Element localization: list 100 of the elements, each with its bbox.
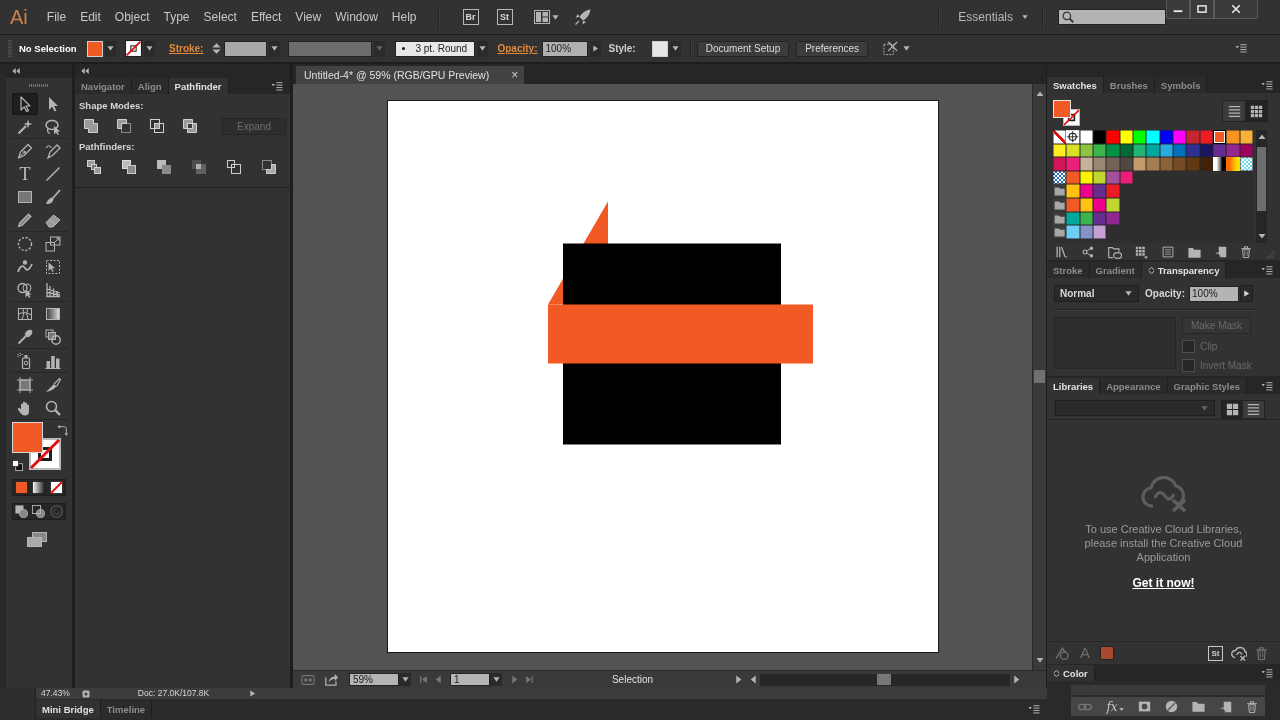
scroll-down-icon[interactable] bbox=[1035, 656, 1044, 664]
panel-menu-icon[interactable] bbox=[1027, 703, 1041, 715]
document-tab[interactable]: Untitled-4* @ 59% (RGB/GPU Preview) × bbox=[296, 66, 525, 84]
panel-tab[interactable]: Transparency bbox=[1141, 262, 1227, 278]
resize-grip-icon[interactable] bbox=[1266, 251, 1274, 259]
list-box-icon[interactable] bbox=[1162, 246, 1174, 258]
tool-button[interactable]: T bbox=[12, 162, 38, 185]
circle-cutout-icon[interactable] bbox=[1137, 700, 1151, 713]
dropdown-button[interactable] bbox=[105, 40, 116, 57]
overlapping-squares-icon[interactable] bbox=[121, 159, 137, 175]
shapes-icon[interactable] bbox=[1055, 646, 1069, 660]
color-swatch[interactable] bbox=[1172, 157, 1187, 171]
toolbar-button[interactable]: Document Setup bbox=[696, 40, 790, 57]
stacked-squares-icon[interactable] bbox=[12, 460, 23, 471]
window-layout-icon[interactable] bbox=[533, 9, 550, 25]
folder-cloud-icon[interactable] bbox=[1107, 245, 1122, 259]
panel-tab[interactable]: Appearance bbox=[1100, 378, 1168, 394]
color-swatch[interactable] bbox=[1106, 130, 1120, 144]
circle-slash-icon[interactable] bbox=[1165, 700, 1179, 713]
app-launch-button[interactable]: Br bbox=[462, 9, 479, 25]
menu-item[interactable]: Help bbox=[384, 7, 424, 27]
close-tab-button[interactable]: × bbox=[511, 68, 519, 82]
dropdown-button[interactable] bbox=[399, 673, 411, 686]
color-swatch[interactable] bbox=[1066, 143, 1080, 158]
collapse-icon[interactable] bbox=[12, 67, 20, 75]
new-page-icon[interactable] bbox=[1214, 246, 1227, 258]
panel-menu-icon[interactable] bbox=[1260, 380, 1274, 392]
triangle-right-icon[interactable] bbox=[249, 690, 257, 697]
opacity-link[interactable]: Opacity: bbox=[497, 43, 538, 54]
caret-icon[interactable] bbox=[903, 45, 911, 52]
stacked-screens-icon[interactable] bbox=[27, 532, 47, 547]
slider-button[interactable] bbox=[590, 40, 602, 57]
trash-icon[interactable] bbox=[1240, 246, 1253, 258]
panel-menu-icon[interactable] bbox=[270, 80, 284, 92]
color-swatch[interactable] bbox=[1106, 211, 1120, 226]
scroll-up-icon[interactable] bbox=[1035, 90, 1044, 98]
page-field[interactable]: 1 bbox=[450, 673, 490, 686]
color-swatch[interactable] bbox=[1146, 130, 1160, 144]
panel-tab[interactable]: Stroke bbox=[1047, 262, 1090, 278]
share-nodes-icon[interactable] bbox=[1081, 246, 1094, 258]
get-it-now-link[interactable]: Get it now! bbox=[1132, 576, 1195, 590]
scroll-thumb[interactable] bbox=[1034, 370, 1045, 383]
panel-tab[interactable]: Symbols bbox=[1154, 77, 1208, 93]
color-swatch[interactable] bbox=[1106, 197, 1120, 212]
color-swatch[interactable] bbox=[1093, 197, 1107, 212]
fill-swatch[interactable] bbox=[87, 40, 103, 57]
menu-item[interactable]: Object bbox=[107, 7, 157, 27]
color-swatch[interactable] bbox=[1106, 170, 1120, 185]
close-button[interactable] bbox=[1214, 0, 1258, 19]
scroll-up-icon[interactable] bbox=[1257, 133, 1266, 141]
folder-icon[interactable] bbox=[1187, 245, 1201, 259]
dropdown-button[interactable] bbox=[144, 40, 155, 57]
first-page-icon[interactable] bbox=[419, 675, 428, 684]
color-swatch[interactable] bbox=[1106, 184, 1120, 198]
opacity-field[interactable]: 100% bbox=[542, 40, 589, 57]
view-button[interactable] bbox=[1222, 401, 1243, 418]
maximize-button[interactable] bbox=[1190, 0, 1214, 19]
overlapping-squares-icon[interactable] bbox=[83, 118, 99, 134]
color-swatch[interactable] bbox=[1053, 143, 1067, 158]
color-swatch[interactable] bbox=[1106, 157, 1120, 171]
panel-menu-icon[interactable] bbox=[1234, 43, 1248, 54]
color-swatch[interactable] bbox=[1172, 130, 1187, 144]
folder-icon[interactable] bbox=[1192, 700, 1206, 713]
fill-swatch[interactable] bbox=[1053, 100, 1071, 118]
color-swatch[interactable] bbox=[1066, 197, 1080, 212]
dropdown-button[interactable] bbox=[669, 40, 681, 57]
menu-item[interactable]: Select bbox=[196, 7, 244, 27]
folder-icon[interactable] bbox=[1053, 184, 1067, 198]
stepper-icon[interactable] bbox=[211, 43, 223, 54]
triangle-right-icon[interactable] bbox=[734, 675, 743, 684]
opacity-field[interactable]: 100% bbox=[1189, 285, 1239, 302]
previous-page-icon[interactable] bbox=[434, 675, 443, 684]
minimize-button[interactable] bbox=[1166, 0, 1190, 19]
effects-button[interactable]: fx bbox=[1106, 699, 1124, 714]
overlapping-squares-icon[interactable] bbox=[226, 159, 242, 175]
last-page-icon[interactable] bbox=[525, 675, 534, 684]
panel-tab[interactable]: Color bbox=[1047, 665, 1095, 681]
color-swatch[interactable] bbox=[1079, 225, 1093, 239]
panel-menu-icon[interactable] bbox=[1260, 79, 1274, 91]
scroll-thumb[interactable] bbox=[1257, 147, 1266, 211]
overlapping-squares-icon[interactable] bbox=[191, 159, 207, 175]
scroll-right-icon[interactable] bbox=[1012, 675, 1021, 684]
grip-handle[interactable] bbox=[29, 83, 49, 87]
registration-swatch[interactable] bbox=[1066, 130, 1080, 144]
workspace-switcher[interactable]: Essentials bbox=[958, 10, 1028, 24]
dropdown-button[interactable] bbox=[490, 673, 502, 686]
color-swatch[interactable] bbox=[1186, 130, 1200, 144]
filled-square-icon[interactable] bbox=[15, 481, 29, 494]
zoom-field[interactable]: 59% bbox=[349, 673, 399, 686]
color-swatch[interactable] bbox=[1093, 225, 1107, 239]
panel-tab[interactable]: Graphic Styles bbox=[1167, 378, 1248, 394]
stroke-link[interactable]: Stroke: bbox=[169, 43, 204, 54]
panel-tab[interactable]: Align bbox=[131, 78, 169, 94]
swatch-icon[interactable] bbox=[1100, 646, 1114, 660]
panel-tab[interactable]: Swatches bbox=[1047, 77, 1104, 93]
tool-button[interactable] bbox=[12, 92, 38, 115]
folder-icon[interactable] bbox=[1053, 197, 1067, 212]
overlapping-squares-icon[interactable] bbox=[116, 118, 132, 134]
small-grid-icon[interactable] bbox=[1135, 245, 1149, 259]
pattern-swatch[interactable] bbox=[1053, 170, 1067, 185]
